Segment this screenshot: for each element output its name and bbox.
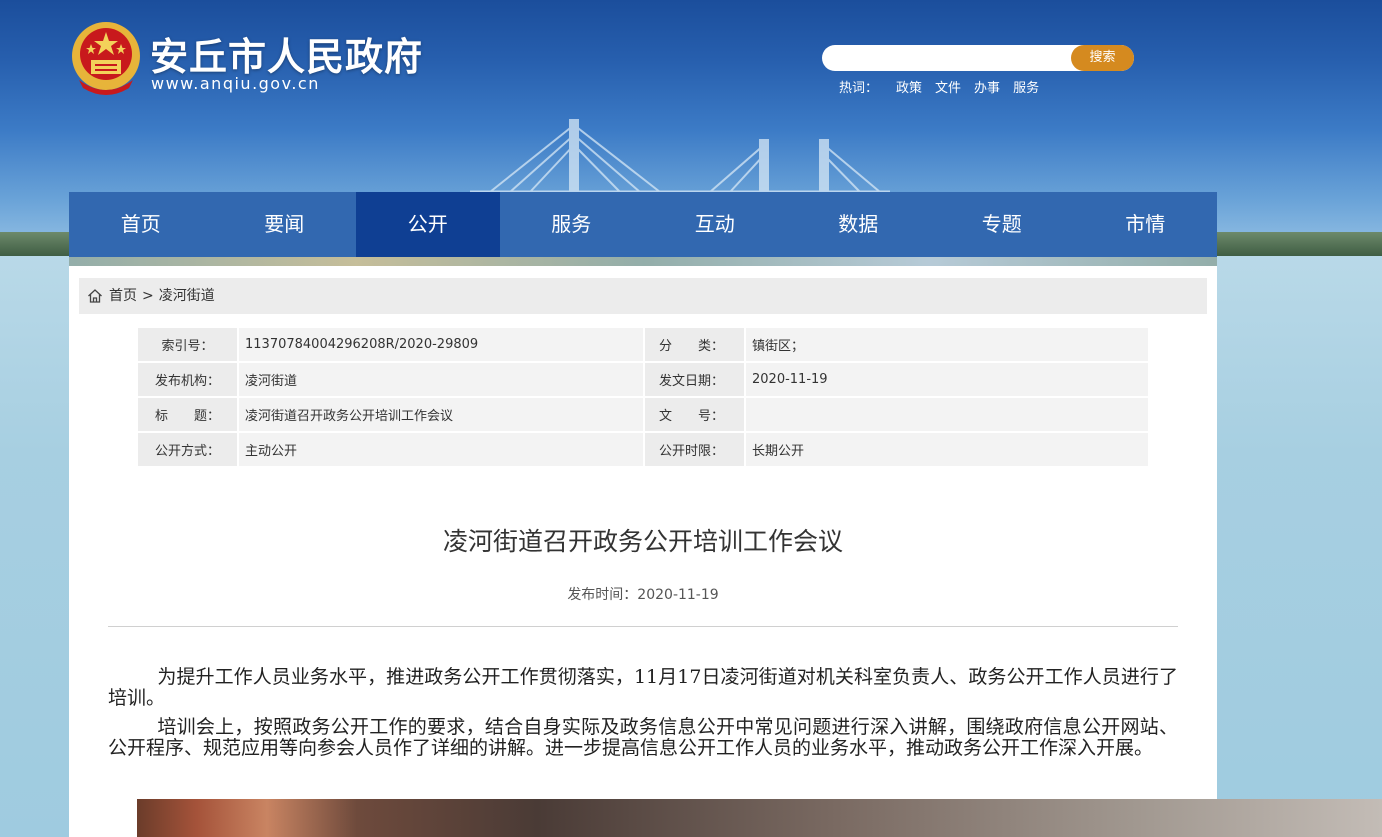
nav-item-open[interactable]: 公开 xyxy=(356,192,500,257)
breadcrumb-home-link[interactable]: 首页 xyxy=(109,278,137,314)
table-row: 公开方式： 主动公开 公开时限： 长期公开 xyxy=(138,433,1148,466)
nav-item-city-info[interactable]: 市情 xyxy=(1074,192,1218,257)
nav-strip xyxy=(69,257,1217,266)
nav-item-news[interactable]: 要闻 xyxy=(213,192,357,257)
table-row: 索引号： 11370784004296208R/2020-29809 分 类： … xyxy=(138,328,1148,361)
search-input[interactable] xyxy=(834,48,1074,68)
open-mode-value: 主动公开 xyxy=(239,433,643,466)
home-icon[interactable] xyxy=(87,288,103,304)
breadcrumb-separator: > xyxy=(142,288,154,304)
hotword-link[interactable]: 文件 xyxy=(935,77,961,96)
shoreline-left xyxy=(0,232,69,256)
search-button[interactable]: 搜索 xyxy=(1071,45,1134,71)
shoreline-right xyxy=(1217,232,1382,256)
article-paragraph: 培训会上，按照政务公开工作的要求，结合自身实际及政务信息公开中常见问题进行深入讲… xyxy=(108,716,1178,759)
metadata-table: 索引号： 11370784004296208R/2020-29809 分 类： … xyxy=(136,326,1150,468)
site-title[interactable]: 安丘市人民政府 xyxy=(150,26,423,81)
breadcrumb-current-link[interactable]: 凌河街道 xyxy=(159,278,215,314)
publisher-value: 凌河街道 xyxy=(239,363,643,396)
hotwords-bar: 热词： 政策 文件 办事 服务 xyxy=(839,77,1052,96)
title-value: 凌河街道召开政务公开培训工作会议 xyxy=(239,398,643,431)
nav-item-home[interactable]: 首页 xyxy=(69,192,213,257)
main-nav: 首页 要闻 公开 服务 互动 数据 专题 市情 xyxy=(69,192,1217,257)
nav-item-data[interactable]: 数据 xyxy=(787,192,931,257)
bridge-illustration xyxy=(470,119,890,200)
article-title: 凌河街道召开政务公开培训工作会议 xyxy=(442,527,843,556)
title-label: 标 题： xyxy=(138,398,237,431)
index-label: 索引号： xyxy=(138,328,237,361)
main-content: 首页 > 凌河街道 索引号： 11370784004296208R/2020-2… xyxy=(69,266,1217,799)
issue-date-value: 2020-11-19 xyxy=(746,363,1148,396)
divider xyxy=(108,626,1178,627)
doc-number-label: 文 号： xyxy=(645,398,744,431)
open-period-value: 长期公开 xyxy=(746,433,1148,466)
category-label: 分 类： xyxy=(645,328,744,361)
publish-time: 发布时间：2020-11-19 xyxy=(567,587,719,603)
publisher-label: 发布机构： xyxy=(138,363,237,396)
site-url: www.anqiu.gov.cn xyxy=(151,74,320,93)
hotword-link[interactable]: 政策 xyxy=(896,77,922,96)
issue-date-label: 发文日期： xyxy=(645,363,744,396)
open-mode-label: 公开方式： xyxy=(138,433,237,466)
article-paragraph: 为提升工作人员业务水平，推进政务公开工作贯彻落实，11月17日凌河街道对机关科室… xyxy=(108,666,1178,709)
photo-margin xyxy=(69,799,137,837)
nav-item-interact[interactable]: 互动 xyxy=(643,192,787,257)
doc-number-value xyxy=(746,398,1148,431)
article-photo xyxy=(137,799,1382,837)
hotword-link[interactable]: 办事 xyxy=(974,77,1000,96)
category-value: 镇街区； xyxy=(746,328,1148,361)
hotwords-label: 热词： xyxy=(839,81,879,96)
nav-item-topics[interactable]: 专题 xyxy=(930,192,1074,257)
table-row: 发布机构： 凌河街道 发文日期： 2020-11-19 xyxy=(138,363,1148,396)
nav-item-service[interactable]: 服务 xyxy=(500,192,644,257)
national-emblem-icon xyxy=(72,22,140,95)
breadcrumb: 首页 > 凌河街道 xyxy=(79,278,1207,314)
open-period-label: 公开时限： xyxy=(645,433,744,466)
table-row: 标 题： 凌河街道召开政务公开培训工作会议 文 号： xyxy=(138,398,1148,431)
hotword-link[interactable]: 服务 xyxy=(1013,77,1039,96)
article-body: 为提升工作人员业务水平，推进政务公开工作贯彻落实，11月17日凌河街道对机关科室… xyxy=(108,667,1178,767)
index-value: 11370784004296208R/2020-29809 xyxy=(239,328,643,361)
